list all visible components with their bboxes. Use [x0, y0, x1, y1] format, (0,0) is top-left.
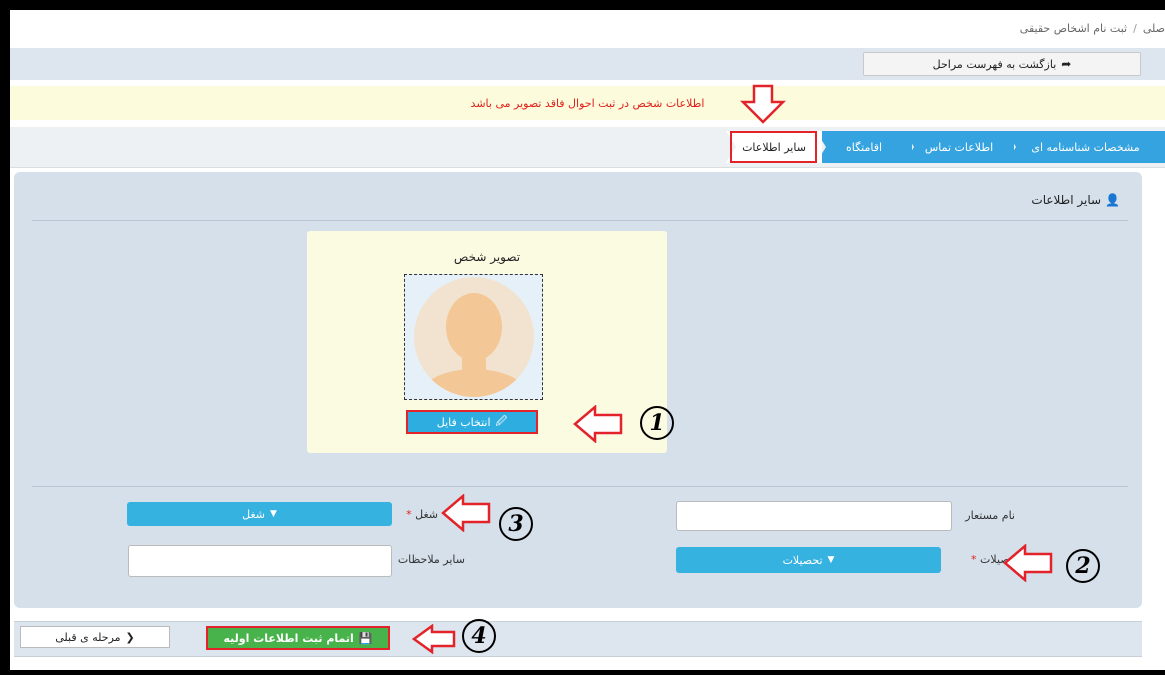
annotation-number-2: 2 [1066, 549, 1100, 583]
choose-file-label: انتخاب فایل [436, 415, 491, 429]
screenshot-frame-top [0, 0, 1165, 10]
divider [32, 220, 1128, 221]
finish-registration-label: اتمام ثبت اطلاعات اولیه [223, 631, 354, 645]
save-icon: 💾 [358, 631, 373, 645]
step-label: اقامتگاه [845, 140, 883, 154]
pseudonym-label-text: نام مستعار [965, 509, 1015, 522]
breadcrumb-root[interactable]: صلی [1143, 22, 1165, 35]
no-photo-alert: اطلاعات شخص در ثبت احوال فاقد تصویر می ب… [10, 86, 1165, 120]
breadcrumb-separator: / [1133, 22, 1137, 35]
left-arrow-icon [412, 624, 456, 654]
previous-step-label: مرحله ی قبلی [55, 630, 121, 644]
left-arrow-icon [573, 405, 623, 443]
required-star: * [406, 508, 412, 521]
screenshot-frame-bottom [0, 670, 1165, 675]
avatar-placeholder-icon [414, 277, 534, 397]
breadcrumb-current: ثبت نام اشخاص حقیقی [1019, 22, 1128, 35]
step-label: مشخصات شناسنامه ای [1031, 140, 1140, 154]
step-contact-info[interactable]: اطلاعات تماس [904, 131, 1014, 163]
divider [32, 486, 1128, 487]
alert-message: اطلاعات شخص در ثبت احوال فاقد تصویر می ب… [470, 96, 705, 110]
share-arrow-icon: ➦ [1061, 57, 1072, 71]
job-label-text: شغل [415, 508, 438, 521]
job-label: شغل * [394, 508, 438, 521]
job-selected: شغل [242, 507, 265, 521]
section-title: 👤سایر اطلاعات [900, 193, 1120, 209]
caret-down-icon: ▼ [827, 555, 835, 565]
left-arrow-icon [441, 494, 491, 532]
step-residence[interactable]: اقامتگاه [816, 131, 912, 163]
step-birth-certificate[interactable]: مشخصات شناسنامه ای [1006, 131, 1165, 163]
breadcrumb: صلی / ثبت نام اشخاص حقیقی [10, 22, 1165, 48]
required-star: * [971, 553, 977, 566]
education-select[interactable]: ▼ تحصیلات [676, 547, 941, 573]
paperclip-icon: 🖉 [495, 414, 508, 428]
previous-step-button[interactable]: ❮ مرحله ی قبلی [20, 626, 170, 648]
caret-down-icon: ▼ [269, 509, 277, 519]
section-title-text: سایر اطلاعات [1031, 193, 1102, 207]
screenshot-frame-left [0, 0, 10, 675]
annotation-number-1: 1 [640, 406, 674, 440]
chevron-left-icon: ❮ [125, 630, 135, 644]
notes-input[interactable] [128, 545, 392, 577]
pseudonym-label: نام مستعار [955, 509, 1015, 522]
notes-label-text: سایر ملاحظات [397, 553, 465, 566]
step-label: اطلاعات تماس [924, 140, 994, 154]
notes-label: سایر ملاحظات [395, 553, 465, 566]
job-select[interactable]: ▼ شغل [127, 502, 392, 526]
back-to-steps-label: بازگشت به فهرست مراحل [932, 57, 1057, 71]
user-icon: 👤 [1105, 193, 1120, 207]
photo-title: تصویر شخص [453, 250, 521, 264]
annotation-number-3: 3 [499, 507, 533, 541]
pseudonym-input[interactable] [676, 501, 952, 531]
back-to-steps-button[interactable]: ➦ بازگشت به فهرست مراحل [863, 52, 1141, 76]
left-arrow-icon [1003, 544, 1053, 582]
annotation-number-4: 4 [462, 619, 496, 653]
highlight-box-step [730, 131, 817, 163]
photo-placeholder [404, 274, 543, 400]
finish-registration-button[interactable]: 💾 اتمام ثبت اطلاعات اولیه [206, 626, 390, 650]
down-arrow-icon [740, 84, 786, 124]
footer-bar [14, 621, 1142, 657]
education-selected: تحصیلات [782, 553, 823, 567]
choose-file-button[interactable]: 🖉 انتخاب فایل [406, 410, 538, 434]
